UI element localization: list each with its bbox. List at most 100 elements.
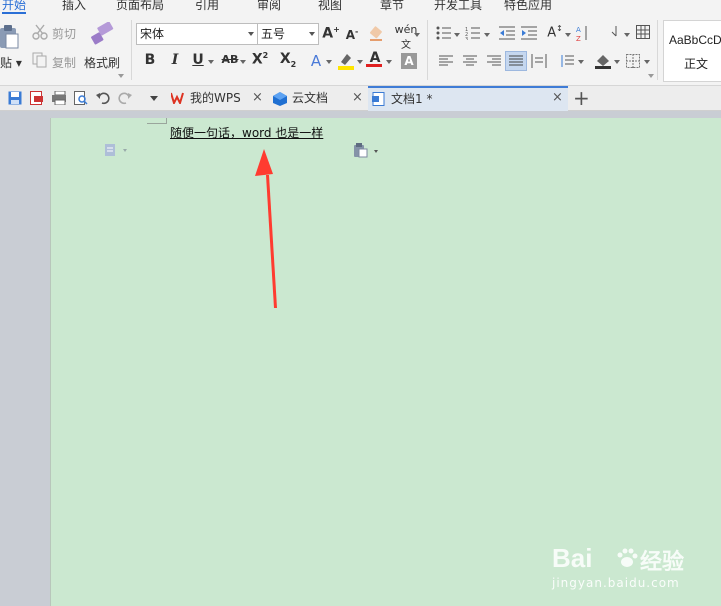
numbered-list-icon[interactable]: 1 2 3 (465, 26, 481, 40)
wps-logo-icon (171, 92, 184, 104)
save-icon[interactable] (8, 91, 22, 105)
separator (131, 20, 132, 80)
font-color-icon[interactable]: A (366, 50, 384, 67)
menu-tab-chapter[interactable]: 章节 (380, 0, 404, 14)
cut-button-label[interactable]: 剪切 (52, 25, 76, 42)
print-preview-icon[interactable] (74, 91, 88, 105)
tab-document-1[interactable]: 文档1 * × (368, 86, 568, 111)
sort-icon[interactable]: A Z (576, 24, 590, 42)
svg-text:3: 3 (465, 37, 468, 40)
menu-tab-special[interactable]: 特色应用 (504, 0, 552, 14)
style-gallery-item[interactable]: AaBbCcD 正文 (663, 20, 721, 82)
separator (657, 20, 658, 80)
menu-bar: 开始 插入 页面布局 引用 审阅 视图 章节 开发工具 特色应用 (0, 0, 721, 14)
bold-button[interactable]: B (141, 52, 159, 68)
chevron-down-icon[interactable] (326, 60, 332, 64)
chevron-down-icon[interactable] (386, 60, 392, 64)
menu-tab-home[interactable]: 开始 (2, 0, 27, 14)
strikethrough-button[interactable]: AB (219, 53, 241, 66)
paste-icon[interactable] (0, 24, 20, 50)
separator (427, 20, 428, 80)
font-size-value: 五号 (261, 27, 286, 41)
print-icon[interactable] (52, 91, 66, 105)
increase-indent-icon[interactable] (521, 26, 537, 40)
copy-button-label[interactable]: 复制 (52, 54, 76, 71)
export-pdf-icon[interactable] (30, 91, 44, 105)
paragraph-group-expand-icon[interactable] (648, 74, 654, 78)
font-name-value: 宋体 (140, 27, 165, 41)
cut-icon[interactable] (32, 24, 48, 40)
menu-tab-review[interactable]: 审阅 (257, 0, 281, 14)
undo-icon[interactable] (96, 91, 110, 105)
distributed-align-icon[interactable] (531, 54, 547, 68)
highlight-color-icon[interactable] (337, 52, 355, 70)
chevron-down-icon[interactable] (614, 60, 620, 64)
phonetic-guide-icon[interactable]: wén 文 (394, 23, 418, 51)
quick-access-menu-icon[interactable] (150, 96, 158, 101)
chevron-down-icon[interactable] (624, 33, 630, 37)
align-right-icon[interactable] (487, 55, 501, 67)
increase-font-icon[interactable]: A+ (322, 25, 340, 42)
copy-icon[interactable] (32, 52, 48, 68)
tab-label: 文档1 * (391, 92, 433, 106)
close-icon[interactable]: × (552, 86, 563, 110)
line-spacing-icon[interactable] (560, 54, 574, 68)
show-hide-marks-icon[interactable] (610, 24, 622, 42)
tab-label: 我的WPS (190, 91, 241, 105)
chevron-down-icon[interactable] (484, 33, 490, 37)
chevron-down-icon[interactable] (357, 60, 363, 64)
menu-tab-developer[interactable]: 开发工具 (434, 0, 482, 14)
tab-cloud-docs[interactable]: 云文档 × (270, 86, 368, 111)
chevron-down-icon (309, 32, 315, 36)
watermark-brand-cn: 经验 (640, 550, 685, 575)
watermark-brand: Bai (552, 543, 593, 573)
watermark-url: jingyan.baidu.com (552, 576, 680, 590)
border-icon[interactable] (626, 54, 640, 68)
close-icon[interactable]: × (352, 86, 363, 110)
font-size-select[interactable]: 五号 (257, 23, 319, 45)
menu-tab-page-layout[interactable]: 页面布局 (116, 0, 164, 14)
format-painter-icon[interactable] (90, 22, 116, 46)
shading-color-icon[interactable] (594, 53, 612, 69)
justify-button[interactable] (505, 51, 527, 71)
format-painter-label[interactable]: 格式刷 (84, 54, 120, 71)
chevron-down-icon[interactable] (454, 33, 460, 37)
chevron-down-icon[interactable] (578, 60, 584, 64)
superscript-button[interactable]: X2 (251, 51, 269, 68)
redo-icon[interactable] (118, 91, 132, 105)
chevron-down-icon[interactable] (565, 33, 571, 37)
text-effect-icon[interactable]: A (307, 52, 325, 70)
paste-button-label[interactable]: 贴 ▾ (0, 54, 22, 71)
tab-my-wps[interactable]: 我的WPS × (168, 86, 268, 111)
svg-text:Z: Z (576, 35, 581, 42)
close-icon[interactable]: × (252, 86, 263, 110)
decrease-font-icon[interactable]: A- (343, 27, 361, 42)
chevron-down-icon[interactable] (208, 60, 214, 64)
cloud-doc-icon (273, 92, 287, 106)
character-shading-icon[interactable]: A (401, 53, 417, 69)
underline-button[interactable]: U (189, 52, 207, 68)
subscript-button[interactable]: X2 (279, 51, 297, 69)
decrease-indent-icon[interactable] (499, 26, 515, 40)
chevron-down-icon[interactable] (414, 33, 420, 37)
font-name-select[interactable]: 宋体 (136, 23, 258, 45)
chevron-down-icon[interactable] (240, 60, 246, 64)
style-name: 正文 (684, 57, 709, 71)
clear-format-icon[interactable] (368, 26, 384, 42)
word-doc-icon (372, 92, 385, 106)
clipboard-group-expand-icon[interactable] (118, 74, 124, 78)
table-grid-icon[interactable] (636, 25, 650, 39)
align-left-icon[interactable] (439, 55, 453, 67)
baidu-paw-icon (617, 548, 638, 567)
italic-button[interactable]: I (166, 52, 184, 68)
menu-tab-insert[interactable]: 插入 (62, 0, 86, 14)
text-direction-icon[interactable]: A↕ (546, 24, 564, 40)
ribbon-toolbar: 贴 ▾ 剪切 复制 格式刷 宋体 五号 A+ A- wén 文 B I U AB … (0, 14, 721, 86)
menu-tab-references[interactable]: 引用 (195, 0, 219, 14)
align-center-icon[interactable] (463, 55, 477, 67)
menu-tab-view[interactable]: 视图 (318, 0, 342, 14)
chevron-down-icon[interactable] (644, 60, 650, 64)
new-tab-button[interactable]: + (573, 87, 590, 109)
bullet-list-icon[interactable] (436, 26, 452, 40)
svg-text:A: A (576, 26, 581, 34)
